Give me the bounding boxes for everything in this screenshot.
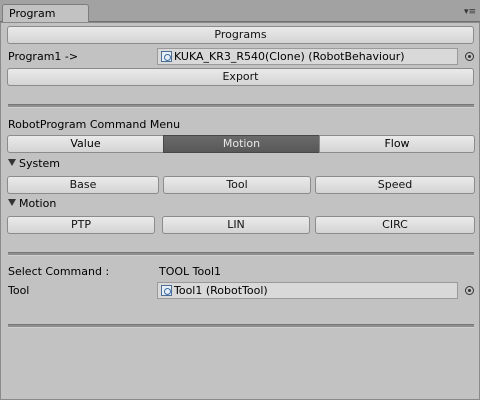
tool-object-value: Tool1 (RobotTool) <box>174 284 268 297</box>
separator <box>8 324 474 328</box>
tab-value-label: Value <box>70 137 101 150</box>
system-foldout-label: System <box>19 157 61 170</box>
object-picker-icon[interactable] <box>465 286 474 295</box>
tool-field-label: Tool <box>8 284 30 297</box>
select-command-value: TOOL Tool1 <box>159 265 222 278</box>
tab-value[interactable]: Value <box>7 135 164 153</box>
tab-flow[interactable]: Flow <box>319 135 475 153</box>
tab-motion[interactable]: Motion <box>163 135 320 153</box>
lin-button[interactable]: LIN <box>162 216 310 234</box>
ptp-button-label: PTP <box>71 218 91 231</box>
window-tab-program[interactable]: Program <box>2 4 89 23</box>
inspector-panel: Programs Program1 -> KUKA_KR3_R540(Clone… <box>0 22 480 400</box>
separator <box>8 104 474 108</box>
panel-menu-icon[interactable]: ▾≡ <box>464 8 476 17</box>
window-tab-label: Program <box>9 7 56 20</box>
foldout-triangle-icon <box>8 199 16 206</box>
tab-motion-label: Motion <box>222 137 261 150</box>
circ-button-label: CIRC <box>382 218 408 231</box>
tool-button[interactable]: Tool <box>163 176 311 194</box>
motion-foldout-label: Motion <box>19 197 57 210</box>
script-object-icon <box>161 51 172 62</box>
programs-button[interactable]: Programs <box>7 26 474 44</box>
tool-object-field[interactable]: Tool1 (RobotTool) <box>157 282 458 299</box>
system-foldout[interactable]: System <box>8 157 60 171</box>
script-object-icon <box>161 285 172 296</box>
tab-bar: Program ▾≡ <box>0 0 480 23</box>
separator <box>8 252 474 256</box>
base-button-label: Base <box>69 178 97 191</box>
select-command-label: Select Command : <box>8 265 110 278</box>
base-button[interactable]: Base <box>7 176 159 194</box>
circ-button[interactable]: CIRC <box>315 216 475 234</box>
object-picker-icon[interactable] <box>465 52 474 61</box>
speed-button[interactable]: Speed <box>315 176 475 194</box>
program-object-value: KUKA_KR3_R540(Clone) (RobotBehaviour) <box>174 50 405 63</box>
foldout-triangle-icon <box>8 159 16 166</box>
speed-button-label: Speed <box>377 178 413 191</box>
tab-flow-label: Flow <box>384 137 410 150</box>
export-button-label: Export <box>222 70 259 83</box>
export-button[interactable]: Export <box>7 68 474 86</box>
command-menu-title: RobotProgram Command Menu <box>8 118 181 131</box>
lin-button-label: LIN <box>227 218 245 231</box>
program-object-field[interactable]: KUKA_KR3_R540(Clone) (RobotBehaviour) <box>157 48 458 65</box>
programs-button-label: Programs <box>214 28 267 41</box>
motion-foldout[interactable]: Motion <box>8 197 56 211</box>
ptp-button[interactable]: PTP <box>7 216 155 234</box>
program-field-label: Program1 -> <box>8 50 79 63</box>
tool-button-label: Tool <box>226 178 248 191</box>
